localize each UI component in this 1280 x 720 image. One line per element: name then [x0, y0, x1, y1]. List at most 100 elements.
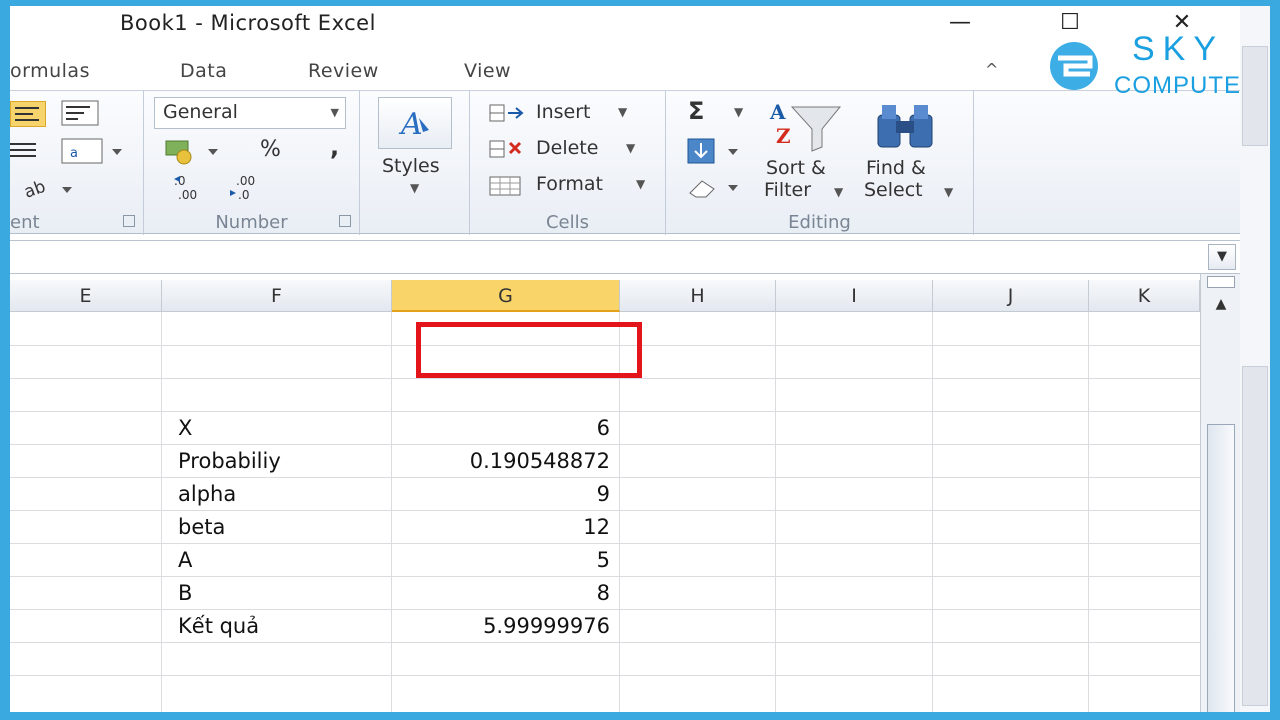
- logo-text-computer: COMPUTER: [1114, 72, 1240, 99]
- formula-bar[interactable]: ▼: [10, 240, 1240, 274]
- cells-group-label: Cells: [545, 212, 590, 233]
- window-title: Book1 - Microsoft Excel: [120, 11, 376, 35]
- gridline: [1088, 312, 1089, 712]
- tab-view[interactable]: View: [464, 60, 511, 82]
- minimize-button[interactable]: —: [940, 10, 980, 35]
- cell-g-probability-value[interactable]: 0.190548872: [392, 445, 616, 478]
- delete-cells-icon: [488, 137, 528, 165]
- logo-mark-icon: [1050, 42, 1098, 90]
- delete-button[interactable]: Delete: [536, 137, 598, 159]
- gridline: [932, 312, 933, 712]
- eraser-icon[interactable]: [686, 175, 750, 205]
- styles-gallery-icon[interactable]: A: [378, 97, 452, 149]
- cell-g-beta-value[interactable]: 12: [392, 511, 616, 544]
- sky-computer-logo: SKY COMPUTER: [1040, 30, 1240, 99]
- format-button[interactable]: Format: [536, 173, 603, 195]
- vertical-scrollbar[interactable]: ▲: [1200, 274, 1240, 712]
- alignment-group: a ab ent: [10, 91, 144, 235]
- maximize-button[interactable]: ☐: [1050, 10, 1090, 35]
- cell-f-result-label[interactable]: Kết quả: [170, 610, 390, 643]
- find-select-label-1[interactable]: Find &: [866, 157, 926, 179]
- justify-icon[interactable]: [10, 139, 40, 167]
- cell-g-b-value[interactable]: 8: [392, 577, 616, 610]
- format-dropdown-icon[interactable]: ▼: [636, 177, 645, 191]
- cell-f-a-label[interactable]: A: [170, 544, 390, 577]
- column-header-h[interactable]: H: [620, 280, 776, 312]
- column-header-i[interactable]: I: [776, 280, 933, 312]
- sort-filter-dropdown-icon[interactable]: ▼: [834, 185, 843, 199]
- svg-text:ab: ab: [24, 177, 48, 201]
- svg-text:.00: .00: [178, 188, 197, 202]
- svg-text:a: a: [70, 146, 78, 161]
- svg-text:Z: Z: [776, 124, 791, 148]
- align-left-icon[interactable]: [10, 101, 46, 127]
- find-select-dropdown-icon[interactable]: ▼: [944, 185, 953, 199]
- find-select-label-2[interactable]: Select: [864, 179, 923, 201]
- gridline: [10, 675, 1200, 676]
- tab-data[interactable]: Data: [180, 60, 227, 82]
- editing-group-label: Editing: [788, 212, 851, 233]
- delete-dropdown-icon[interactable]: ▼: [626, 141, 635, 155]
- gridline: [775, 312, 776, 712]
- background-scrollbar-track: [1242, 366, 1268, 706]
- styles-dropdown-icon[interactable]: ▼: [410, 181, 419, 195]
- comma-style-button[interactable]: ,: [330, 133, 339, 161]
- svg-text:.00: .00: [236, 174, 255, 188]
- split-box[interactable]: [1207, 276, 1235, 288]
- gridline: [10, 378, 1200, 379]
- alignment-dialog-launcher[interactable]: [123, 215, 135, 227]
- tab-formulas[interactable]: ormulas: [10, 60, 90, 82]
- cell-f-b-label[interactable]: B: [170, 577, 390, 610]
- number-format-select[interactable]: General ▼: [154, 97, 346, 129]
- column-header-e[interactable]: E: [10, 280, 162, 312]
- chevron-down-icon: ▼: [330, 106, 339, 119]
- number-group: General ▼ % , .0.00 .00.0 Number: [144, 91, 360, 235]
- orientation-icon[interactable]: ab: [22, 175, 80, 205]
- number-dialog-launcher[interactable]: [339, 215, 351, 227]
- increase-decimal-icon[interactable]: .0.00: [172, 173, 216, 207]
- excel-window: Book1 - Microsoft Excel — ☐ ✕ ormulas Da…: [10, 6, 1240, 712]
- cell-g-result-value[interactable]: 5.99999976: [392, 610, 616, 643]
- wrap-text-icon[interactable]: [60, 99, 102, 131]
- tab-review[interactable]: Review: [308, 60, 379, 82]
- expand-formula-bar-button[interactable]: ▼: [1208, 244, 1236, 270]
- autosum-dropdown-icon[interactable]: ▼: [734, 105, 743, 119]
- cell-f-beta-label[interactable]: beta: [170, 511, 390, 544]
- number-format-value: General: [163, 101, 238, 123]
- insert-dropdown-icon[interactable]: ▼: [618, 105, 627, 119]
- sort-filter-label-2[interactable]: Filter: [764, 179, 811, 201]
- cell-g-alpha-value[interactable]: 9: [392, 478, 616, 511]
- cell-f-probability-label[interactable]: Probabiliy: [170, 445, 390, 478]
- cell-f-x-label[interactable]: X: [170, 412, 390, 445]
- svg-text:.0: .0: [238, 188, 249, 202]
- ribbon: a ab ent General ▼ % , .0.00 .00.0: [10, 90, 1240, 235]
- binoculars-icon[interactable]: [872, 101, 942, 155]
- fill-down-icon[interactable]: [686, 137, 750, 169]
- column-header-j[interactable]: J: [933, 280, 1089, 312]
- accounting-format-icon[interactable]: [164, 137, 228, 171]
- column-header-k[interactable]: K: [1089, 280, 1200, 312]
- svg-text:A: A: [398, 107, 423, 142]
- scroll-up-arrow-icon[interactable]: ▲: [1201, 296, 1240, 312]
- editing-group: Σ ▼ AZ Sort & Filter ▼ Find & Select ▼ E…: [666, 91, 974, 235]
- insert-button[interactable]: Insert: [536, 101, 591, 123]
- sort-filter-icon[interactable]: AZ: [768, 97, 844, 157]
- sort-filter-label-1[interactable]: Sort &: [766, 157, 826, 179]
- background-scrollbar-thumb: [1242, 46, 1268, 146]
- column-header-f[interactable]: F: [162, 280, 392, 312]
- cell-g-a-value[interactable]: 5: [392, 544, 616, 577]
- scrollbar-thumb[interactable]: [1207, 424, 1235, 712]
- cells-group: Insert ▼ Delete ▼ Format ▼ Cells: [470, 91, 666, 235]
- format-cells-icon: [488, 173, 528, 203]
- merge-center-icon[interactable]: a: [60, 137, 126, 169]
- percent-style-button[interactable]: %: [260, 137, 281, 162]
- number-group-label: Number: [215, 212, 288, 233]
- styles-button-label[interactable]: Styles: [382, 155, 440, 177]
- minimize-ribbon-icon[interactable]: ^: [985, 60, 998, 79]
- autosum-icon[interactable]: Σ: [688, 97, 704, 125]
- decrease-decimal-icon[interactable]: .00.0: [228, 173, 272, 207]
- column-header-g[interactable]: G: [392, 280, 620, 312]
- styles-group: A Styles ▼: [360, 91, 470, 235]
- cell-g-x-value[interactable]: 6: [392, 412, 616, 445]
- cell-f-alpha-label[interactable]: alpha: [170, 478, 390, 511]
